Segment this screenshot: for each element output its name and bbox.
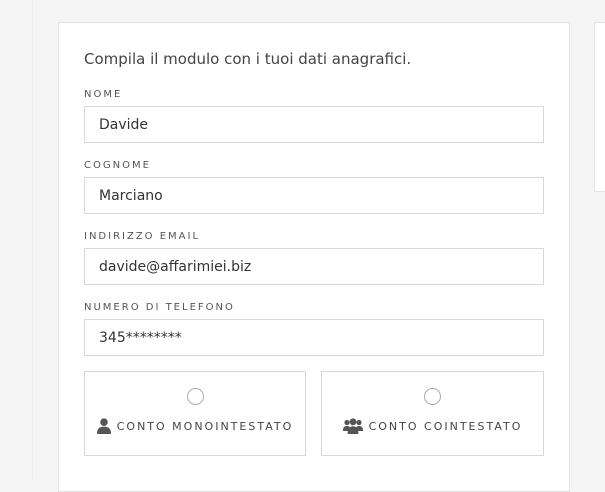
joint-account-label: CONTO COINTESTATO [368, 419, 523, 433]
single-account-label: CONTO MONOINTESTATO [116, 419, 294, 433]
user-icon [96, 418, 111, 434]
form-intro-text: Compila il modulo con i tuoi dati anagra… [84, 50, 412, 68]
joint-account-label-row: CONTO COINTESTATO [322, 418, 543, 434]
email-label: INDIRIZZO EMAIL [84, 231, 201, 242]
email-input[interactable] [84, 248, 544, 285]
side-panel [594, 22, 605, 192]
single-account-label-row: CONTO MONOINTESTATO [85, 418, 305, 434]
joint-account-option[interactable]: CONTO COINTESTATO [321, 371, 544, 456]
first-name-label: NOME [84, 89, 123, 100]
first-name-input[interactable] [84, 106, 544, 143]
single-account-radio[interactable] [187, 388, 204, 405]
last-name-input[interactable] [84, 177, 544, 214]
phone-input[interactable] [84, 319, 544, 356]
last-name-label: COGNOME [84, 160, 151, 171]
joint-account-radio[interactable] [424, 388, 441, 405]
phone-label: NUMERO DI TELEFONO [84, 302, 235, 313]
single-account-option[interactable]: CONTO MONOINTESTATO [84, 371, 306, 456]
users-icon [342, 418, 363, 434]
